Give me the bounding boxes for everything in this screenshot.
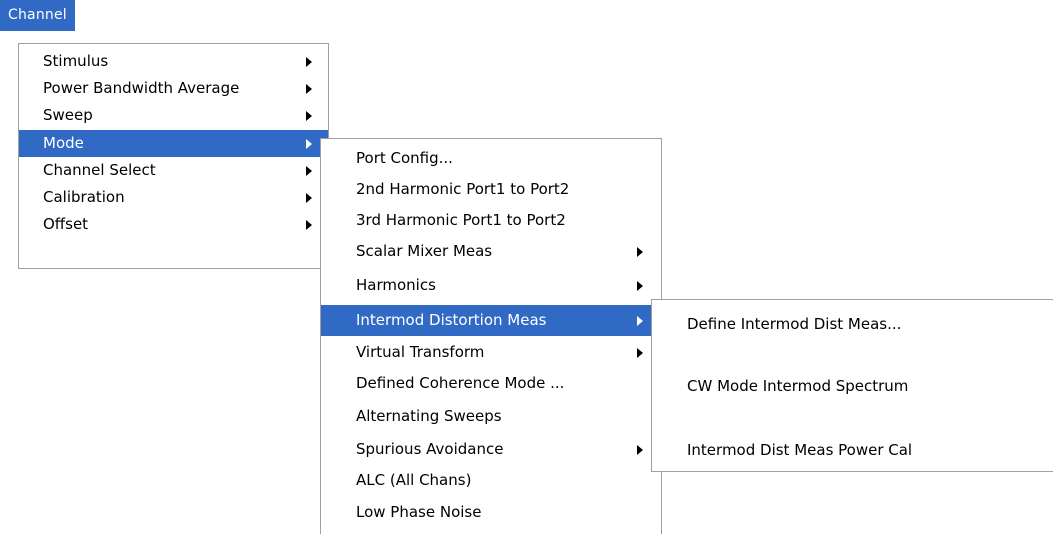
menu-item-label: Offset xyxy=(43,215,89,233)
menu-item-stimulus[interactable]: Stimulus xyxy=(19,48,328,75)
menu-item-label: Calibration xyxy=(43,188,125,206)
menu-item-label: Low Phase Noise xyxy=(356,503,482,521)
mode-submenu: Port Config... 2nd Harmonic Port1 to Por… xyxy=(320,138,662,534)
submenu-arrow-icon xyxy=(637,315,643,326)
menu-item-label: Virtual Transform xyxy=(356,343,485,361)
menu-item-label: Stimulus xyxy=(43,52,109,70)
menu-item-label: Intermod Dist Meas Power Cal xyxy=(687,441,913,459)
menu-item-label: Scalar Mixer Meas xyxy=(356,242,493,260)
submenu-arrow-icon xyxy=(306,165,312,176)
intermod-submenu: Define Intermod Dist Meas... CW Mode Int… xyxy=(651,299,1053,472)
menu-item-label: Alternating Sweeps xyxy=(356,407,502,425)
submenu-arrow-icon xyxy=(306,56,312,67)
submenu-arrow-icon xyxy=(306,219,312,230)
menu-item-alternating-sweeps[interactable]: Alternating Sweeps xyxy=(321,401,661,432)
submenu-arrow-icon xyxy=(306,110,312,121)
submenu-arrow-icon xyxy=(637,246,643,257)
menu-item-power-bandwidth-average[interactable]: Power Bandwidth Average xyxy=(19,75,328,102)
menu-item-label: Mode xyxy=(43,134,84,152)
menu-item-channel-select[interactable]: Channel Select xyxy=(19,157,328,184)
menu-item-label: Intermod Distortion Meas xyxy=(356,311,547,329)
menubar-channel[interactable]: Channel xyxy=(0,0,75,31)
menu-item-harmonics[interactable]: Harmonics xyxy=(321,270,661,301)
menu-item-port-config[interactable]: Port Config... xyxy=(321,143,661,174)
menu-item-label: ALC (All Chans) xyxy=(356,471,472,489)
menu-item-intermod-dist-meas-power-cal[interactable]: Intermod Dist Meas Power Cal xyxy=(652,428,1053,472)
menu-item-define-intermod-dist-meas[interactable]: Define Intermod Dist Meas... xyxy=(652,302,1053,346)
menu-item-label: Define Intermod Dist Meas... xyxy=(687,315,902,333)
menu-item-label: Channel Select xyxy=(43,161,156,179)
menu-item-label: Port Config... xyxy=(356,149,453,167)
menu-item-label: 2nd Harmonic Port1 to Port2 xyxy=(356,180,570,198)
menu-item-label: Power Bandwidth Average xyxy=(43,79,240,97)
menu-item-label: CW Mode Intermod Spectrum xyxy=(687,377,909,395)
menu-item-intermod-distortion-meas[interactable]: Intermod Distortion Meas xyxy=(321,305,661,336)
menu-item-alc-all-chans[interactable]: ALC (All Chans) xyxy=(321,465,661,496)
menu-item-label: Harmonics xyxy=(356,276,436,294)
menu-item-label: Sweep xyxy=(43,106,93,124)
menu-item-calibration[interactable]: Calibration xyxy=(19,184,328,211)
menu-item-spurious-avoidance[interactable]: Spurious Avoidance xyxy=(321,434,661,465)
submenu-arrow-icon xyxy=(637,347,643,358)
menu-item-defined-coherence-mode[interactable]: Defined Coherence Mode ... xyxy=(321,368,661,399)
menu-item-mode[interactable]: Mode xyxy=(19,130,328,157)
submenu-arrow-icon xyxy=(637,444,643,455)
menu-item-label: Defined Coherence Mode ... xyxy=(356,374,565,392)
menu-item-offset[interactable]: Offset xyxy=(19,211,328,238)
menu-item-label: Spurious Avoidance xyxy=(356,440,504,458)
menu-item-2nd-harmonic[interactable]: 2nd Harmonic Port1 to Port2 xyxy=(321,174,661,205)
submenu-arrow-icon xyxy=(637,280,643,291)
menu-item-virtual-transform[interactable]: Virtual Transform xyxy=(321,337,661,368)
submenu-arrow-icon xyxy=(306,83,312,94)
submenu-arrow-icon xyxy=(306,138,312,149)
menu-item-low-phase-noise[interactable]: Low Phase Noise xyxy=(321,497,661,528)
channel-menu: Stimulus Power Bandwidth Average Sweep M… xyxy=(18,43,329,269)
menu-item-3rd-harmonic[interactable]: 3rd Harmonic Port1 to Port2 xyxy=(321,205,661,236)
menu-item-cw-mode-intermod-spectrum[interactable]: CW Mode Intermod Spectrum xyxy=(652,364,1053,408)
menu-item-sweep[interactable]: Sweep xyxy=(19,102,328,129)
menu-item-label: 3rd Harmonic Port1 to Port2 xyxy=(356,211,566,229)
submenu-arrow-icon xyxy=(306,192,312,203)
menu-item-scalar-mixer-meas[interactable]: Scalar Mixer Meas xyxy=(321,236,661,267)
